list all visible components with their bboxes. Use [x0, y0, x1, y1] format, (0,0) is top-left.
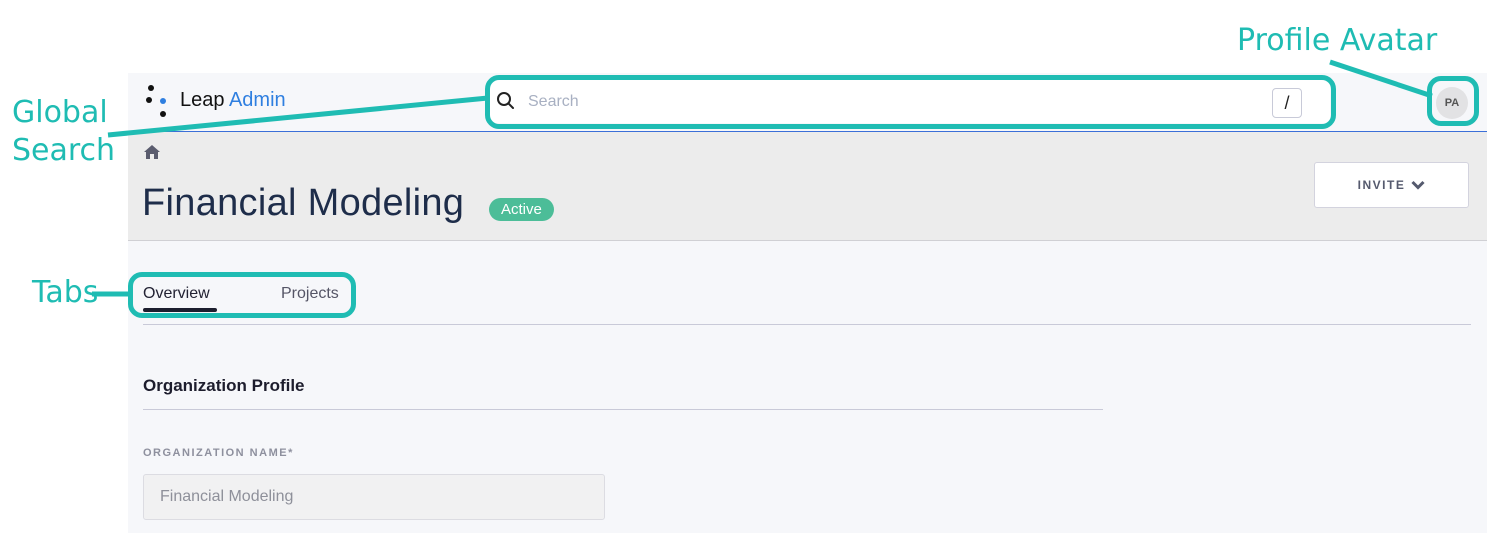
tab-projects[interactable]: Projects — [281, 285, 339, 303]
invite-button[interactable]: INVITE — [1314, 162, 1469, 208]
chevron-down-icon — [1411, 180, 1425, 190]
tab-label: Projects — [281, 285, 339, 302]
search-input[interactable] — [526, 89, 1230, 115]
top-navigation-bar: Leap Admin / PA — [128, 73, 1487, 132]
home-icon[interactable] — [143, 144, 161, 160]
tab-overview[interactable]: Overview — [143, 285, 217, 312]
search-shortcut-hint: / — [1272, 88, 1302, 118]
brand-name: Leap — [180, 89, 225, 111]
leap-logo-icon[interactable] — [146, 85, 168, 121]
app-brand[interactable]: Leap Admin — [180, 89, 286, 112]
global-search-bar[interactable]: / — [490, 79, 1330, 123]
active-tab-indicator — [143, 308, 217, 312]
callout-line-2: Search — [12, 132, 116, 168]
organization-name-label: ORGANIZATION NAME* — [143, 447, 294, 459]
profile-avatar-callout: Profile Avatar — [1237, 23, 1438, 58]
status-badge: Active — [489, 198, 554, 221]
tabs-callout: Tabs — [32, 275, 99, 310]
invite-label: INVITE — [1357, 178, 1406, 192]
callout-line-1: Global — [12, 95, 108, 130]
page-title: Financial Modeling — [142, 182, 465, 224]
page-header: Financial Modeling Active INVITE — [128, 132, 1487, 241]
organization-name-field[interactable] — [143, 474, 605, 520]
search-icon — [497, 92, 514, 109]
tab-label: Overview — [143, 285, 210, 302]
admin-app: Leap Admin / PA Financial Modeling Activ… — [128, 73, 1487, 533]
section-title: Organization Profile — [143, 376, 305, 395]
section-divider — [143, 409, 1103, 410]
brand-accent: Admin — [228, 89, 286, 111]
global-search-callout: Global Search — [12, 94, 115, 169]
profile-avatar[interactable]: PA — [1436, 87, 1468, 119]
tabs-divider — [143, 324, 1471, 325]
